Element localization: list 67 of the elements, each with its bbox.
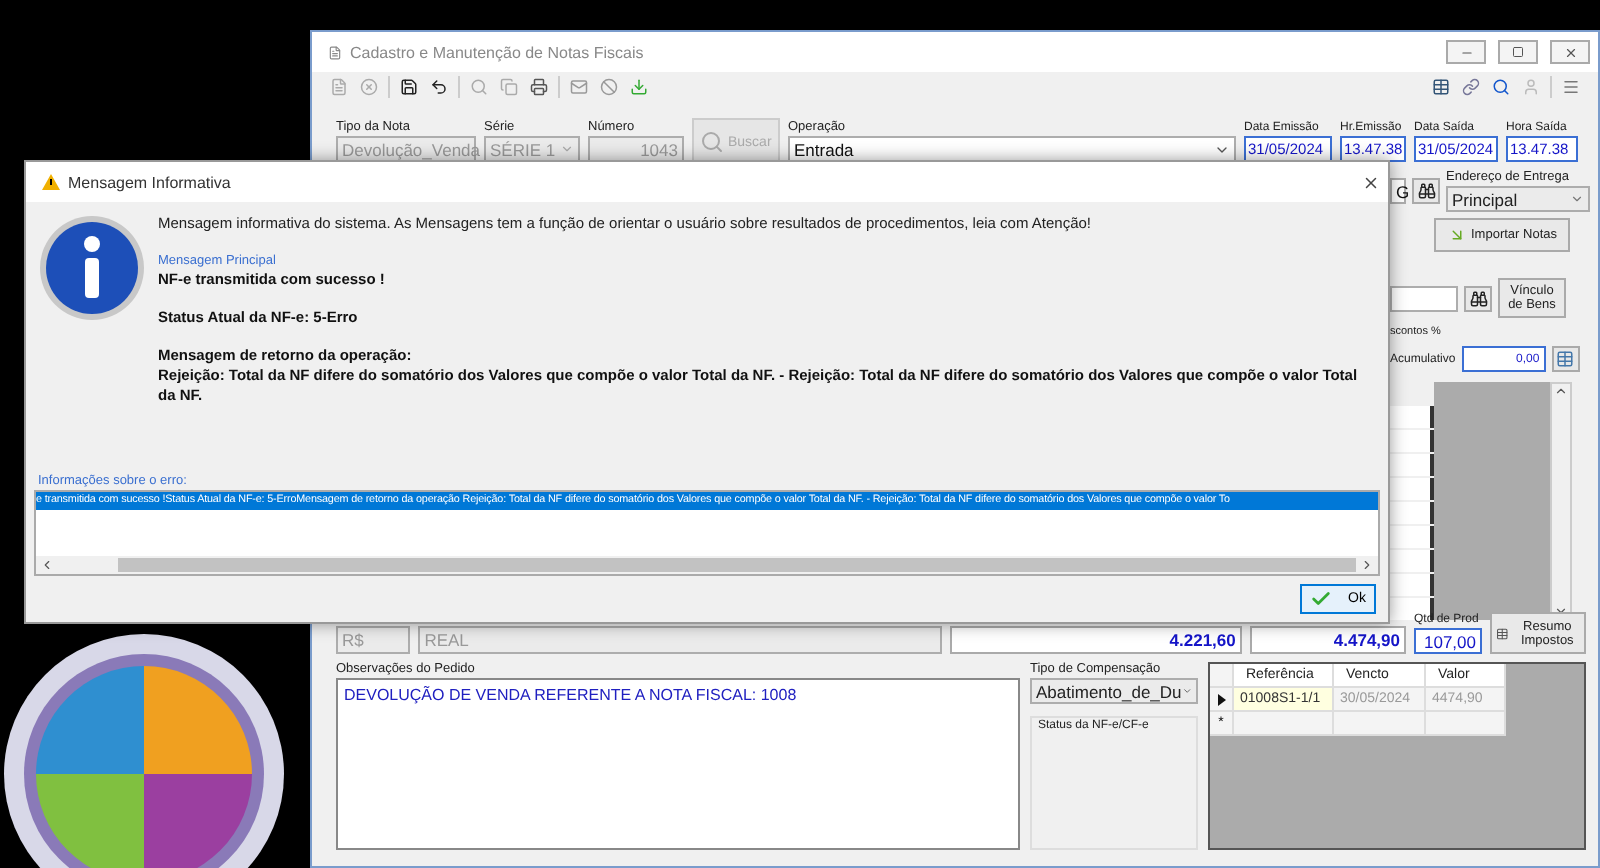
chevron-down-icon xyxy=(1570,192,1584,206)
notes-text-area[interactable]: DEVOLUÇÃO DE VENDA REFERENTE A NOTA FISCAL: 1008 xyxy=(336,678,1020,850)
table-icon[interactable] xyxy=(1430,76,1452,98)
table-cell xyxy=(1426,712,1506,736)
grid-icon xyxy=(1496,623,1509,643)
document-icon xyxy=(328,45,342,59)
close-icon xyxy=(1563,45,1577,59)
input-field[interactable] xyxy=(1390,285,1458,311)
minimize-button[interactable] xyxy=(1446,40,1486,64)
binoculars-icon xyxy=(1417,182,1435,200)
scrollbar[interactable] xyxy=(36,556,1378,574)
binoculars-icon xyxy=(1469,289,1487,307)
undo-icon[interactable] xyxy=(428,76,450,98)
save-icon[interactable] xyxy=(398,76,420,98)
binoculars-button[interactable] xyxy=(1464,285,1492,311)
grid-cell xyxy=(1390,550,1434,572)
maximize-icon xyxy=(1512,46,1524,58)
info-icon xyxy=(38,214,146,322)
chevron-down-icon xyxy=(560,142,574,156)
grid-button[interactable] xyxy=(1551,346,1580,372)
input-field[interactable]: G xyxy=(1390,178,1406,204)
chevron-down-icon xyxy=(1181,684,1192,698)
block-icon[interactable] xyxy=(598,76,620,98)
grid-cell xyxy=(1390,526,1434,548)
search-icon xyxy=(700,130,724,154)
table-cell xyxy=(1234,712,1334,736)
checkmark-icon xyxy=(1310,588,1332,610)
link-icon[interactable] xyxy=(1460,76,1482,98)
printer-icon[interactable] xyxy=(528,76,550,98)
grid-cell xyxy=(1390,406,1434,428)
search-icon[interactable] xyxy=(1490,76,1512,98)
download-icon[interactable] xyxy=(628,76,650,98)
chevron-up-icon xyxy=(1554,384,1568,398)
user-icon[interactable] xyxy=(1520,76,1542,98)
close-icon[interactable] xyxy=(1362,173,1380,191)
menu-icon[interactable] xyxy=(1560,76,1582,98)
total-field: 4.474,90 xyxy=(1249,626,1406,654)
chevron-down-icon xyxy=(1554,604,1568,618)
warning-icon xyxy=(42,174,60,190)
chevron-right-icon xyxy=(1360,558,1374,572)
grid-cell xyxy=(1390,478,1434,500)
binoculars-button[interactable] xyxy=(1412,178,1440,204)
select-field[interactable]: Principal xyxy=(1446,186,1590,212)
close-button[interactable] xyxy=(1550,40,1590,64)
grid-icon xyxy=(1556,350,1575,368)
grid-cell xyxy=(1390,430,1434,452)
grid-cell xyxy=(1390,574,1434,596)
header-corner-cell xyxy=(1210,664,1234,688)
mail-icon[interactable] xyxy=(568,76,590,98)
chevron-left-icon xyxy=(40,558,54,572)
total-field: 4.221,60 xyxy=(949,626,1242,654)
grid-cell xyxy=(1390,454,1434,476)
select-field[interactable]: Abatimento_de_Du xyxy=(1030,678,1198,704)
error-details-list[interactable] xyxy=(34,490,1380,576)
arrow-icon xyxy=(1447,226,1465,244)
input-field[interactable]: 107,00 xyxy=(1414,628,1482,654)
window-title: Cadastro e Manutenção de Notas Fiscais xyxy=(350,43,646,61)
dialog-title: Mensagem Informativa xyxy=(68,173,233,191)
maximize-button[interactable] xyxy=(1498,40,1538,64)
edit-icon[interactable] xyxy=(328,76,350,98)
select-field[interactable]: Entrada xyxy=(788,136,1236,162)
cancel-icon[interactable] xyxy=(358,76,380,98)
table-cell xyxy=(1334,712,1426,736)
grid-cell xyxy=(1390,502,1434,524)
copy-icon[interactable] xyxy=(498,76,520,98)
current-row-icon xyxy=(1217,693,1225,705)
scrollbar-thumb[interactable] xyxy=(118,558,1356,572)
